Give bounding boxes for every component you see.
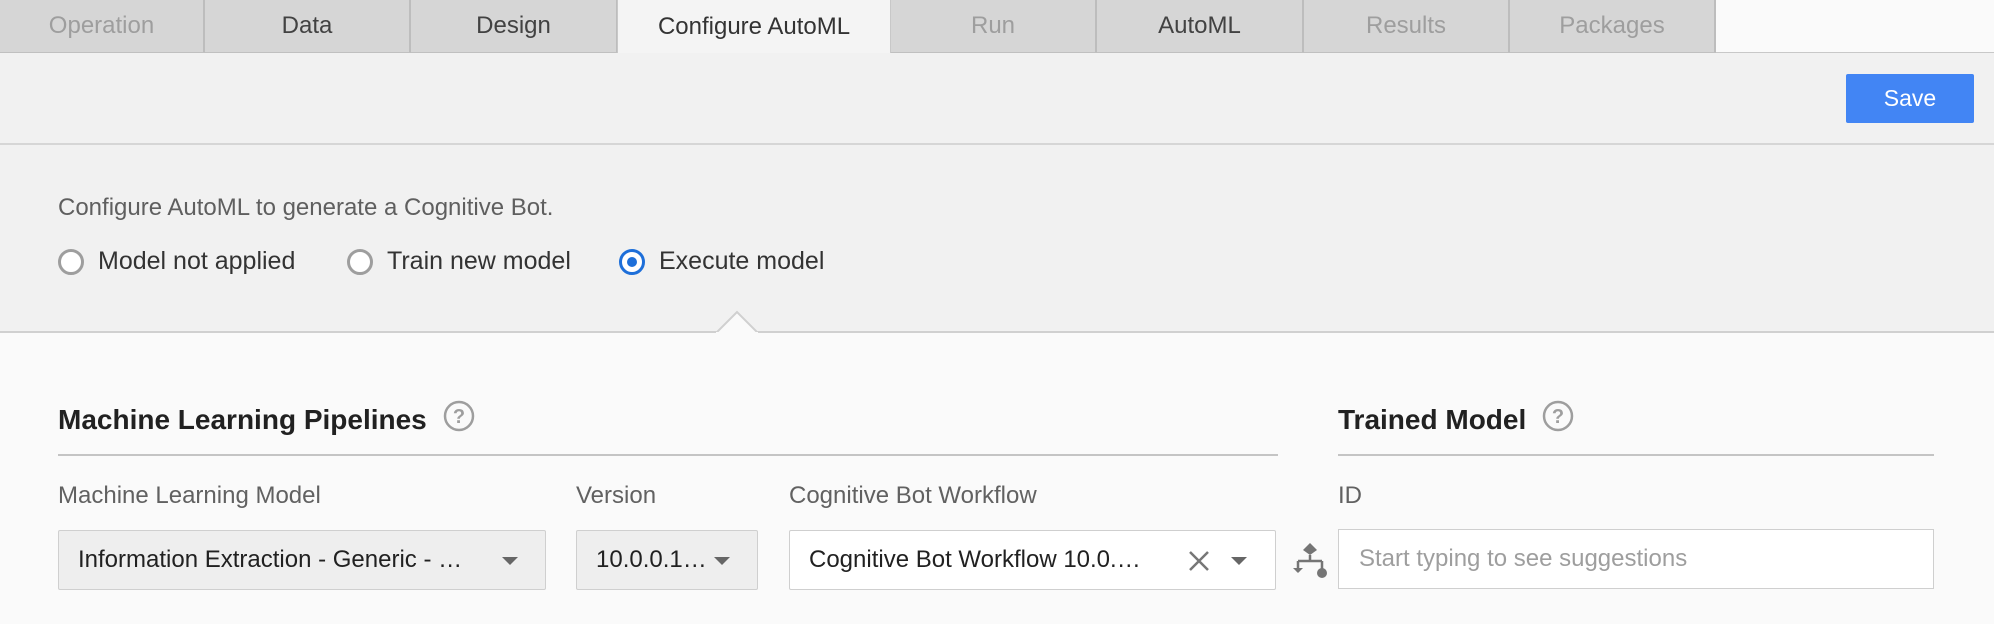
version-label: Version [576, 482, 657, 509]
toolbar: Save [0, 53, 1994, 145]
tab-bar: Operation Data Design Configure AutoML R… [0, 0, 1994, 54]
radio-circle[interactable] [619, 248, 645, 275]
ml-pipelines-section: Machine Learning Pipelines ? [58, 400, 475, 439]
ml-model-select[interactable]: Information Extraction - Generic - … [58, 530, 546, 590]
chevron-down-icon[interactable] [714, 557, 730, 565]
tab-operation[interactable]: Operation [0, 0, 205, 53]
close-icon[interactable] [1186, 548, 1212, 581]
tab-data[interactable]: Data [205, 0, 411, 53]
radio-label: Train new model [387, 247, 571, 275]
radio-circle[interactable] [347, 248, 373, 275]
tab-label: Design [476, 12, 551, 39]
section-title: Machine Learning Pipelines [58, 403, 427, 435]
ml-model-value: Information Extraction - Generic - … [78, 546, 463, 573]
tab-results[interactable]: Results [1304, 0, 1510, 53]
tab-label: AutoML [1158, 12, 1241, 39]
tab-packages[interactable]: Packages [1510, 0, 1716, 53]
radio-train-new-model[interactable]: Train new model [347, 247, 571, 276]
tab-label: Results [1365, 12, 1447, 39]
tab-configure-automl[interactable]: Configure AutoML [617, 0, 891, 54]
tab-label: Operation [48, 12, 155, 39]
tab-automl[interactable]: AutoML [1097, 0, 1304, 53]
radio-label: Model not applied [98, 247, 296, 275]
radio-label: Execute model [659, 247, 825, 275]
tab-label: Configure AutoML [657, 13, 851, 40]
chevron-down-icon[interactable] [502, 557, 518, 565]
svg-text:?: ? [1552, 406, 1564, 428]
version-value: 10.0.0.1… [596, 546, 707, 573]
id-label: ID [1338, 482, 1362, 509]
section-divider [58, 454, 1278, 456]
radio-execute-model[interactable]: Execute model [619, 247, 824, 276]
tab-design[interactable]: Design [411, 0, 618, 53]
panel-pointer [716, 310, 758, 334]
radio-model-not-applied[interactable]: Model not applied [58, 247, 295, 276]
trained-model-section: Trained Model ? [1338, 400, 1574, 439]
tab-label: Data [281, 12, 333, 39]
tab-run[interactable]: Run [891, 0, 1097, 53]
chevron-down-icon[interactable] [1231, 557, 1247, 565]
section-title: Trained Model [1338, 403, 1527, 435]
model-id-input[interactable] [1338, 529, 1934, 589]
pipeline-icon[interactable] [1293, 541, 1327, 584]
ml-model-label: Machine Learning Model [58, 482, 321, 509]
workflow-value: Cognitive Bot Workflow 10.0.… [809, 546, 1141, 573]
svg-text:?: ? [453, 406, 465, 428]
workflow-select[interactable]: Cognitive Bot Workflow 10.0.… [789, 530, 1276, 590]
tab-label: Packages [1559, 12, 1665, 39]
save-button[interactable]: Save [1846, 74, 1974, 123]
workflow-label: Cognitive Bot Workflow [789, 482, 1037, 509]
version-select[interactable]: 10.0.0.1… [576, 530, 758, 590]
automl-config-panel: Configure AutoML to generate a Cognitive… [0, 145, 1994, 333]
help-icon[interactable]: ? [1542, 400, 1574, 439]
radio-circle[interactable] [58, 248, 84, 275]
section-divider [1338, 454, 1934, 456]
config-description: Configure AutoML to generate a Cognitive… [58, 194, 554, 221]
help-icon[interactable]: ? [443, 400, 475, 439]
tab-label: Run [970, 12, 1016, 39]
